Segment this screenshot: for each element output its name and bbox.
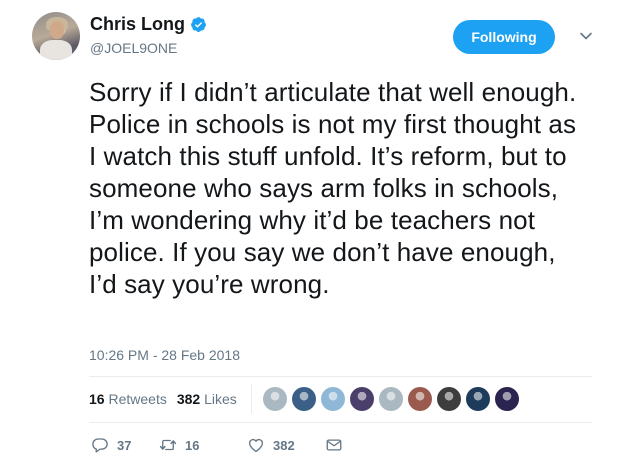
liker-avatar[interactable] [408, 387, 432, 411]
like-count: 382 [273, 437, 295, 453]
author-info[interactable]: Chris Long @JOEL9ONE [90, 14, 207, 56]
like-action[interactable]: 382 [247, 436, 325, 454]
liker-avatar[interactable] [292, 387, 316, 411]
liker-avatar[interactable] [321, 387, 345, 411]
author-name-row[interactable]: Chris Long [90, 14, 207, 35]
verified-badge-icon [191, 17, 206, 32]
tweet-stats: 16 Retweets 382 Likes [89, 391, 237, 407]
liker-avatar[interactable] [379, 387, 403, 411]
liker-avatar[interactable] [466, 387, 490, 411]
reply-icon [92, 438, 108, 453]
likes-stat[interactable]: 382 Likes [177, 391, 237, 407]
likers-avatars [263, 387, 519, 411]
author-display-name[interactable]: Chris Long [90, 14, 185, 35]
chevron-down-icon[interactable] [577, 27, 595, 45]
liker-avatar[interactable] [263, 387, 287, 411]
avatar-shirt [40, 40, 72, 60]
following-button[interactable]: Following [453, 20, 555, 54]
avatar-face [50, 21, 64, 39]
divider [89, 422, 592, 423]
avatar[interactable] [32, 12, 80, 60]
liker-avatar[interactable] [350, 387, 374, 411]
retweet-count: 16 [185, 437, 200, 453]
tweet-actions: 37 16 382 [91, 436, 343, 454]
reply-count: 37 [117, 437, 132, 453]
author-handle[interactable]: @JOEL9ONE [90, 40, 207, 56]
reply-action[interactable]: 37 [91, 436, 159, 454]
liker-avatar[interactable] [495, 387, 519, 411]
tweet-timestamp[interactable]: 10:26 PM - 28 Feb 2018 [89, 347, 240, 363]
tweet-header: Chris Long @JOEL9ONE Following [32, 12, 600, 62]
direct-message-action[interactable] [325, 436, 343, 454]
stats-separator [251, 384, 252, 414]
liker-avatar[interactable] [437, 387, 461, 411]
tweet-text: Sorry if I didn’t articulate that well e… [89, 77, 577, 299]
retweets-stat[interactable]: 16 Retweets [89, 391, 167, 407]
envelope-icon [326, 439, 342, 451]
retweet-action[interactable]: 16 [159, 436, 247, 454]
retweet-icon [159, 439, 177, 451]
heart-icon [248, 438, 264, 453]
divider [89, 376, 592, 377]
